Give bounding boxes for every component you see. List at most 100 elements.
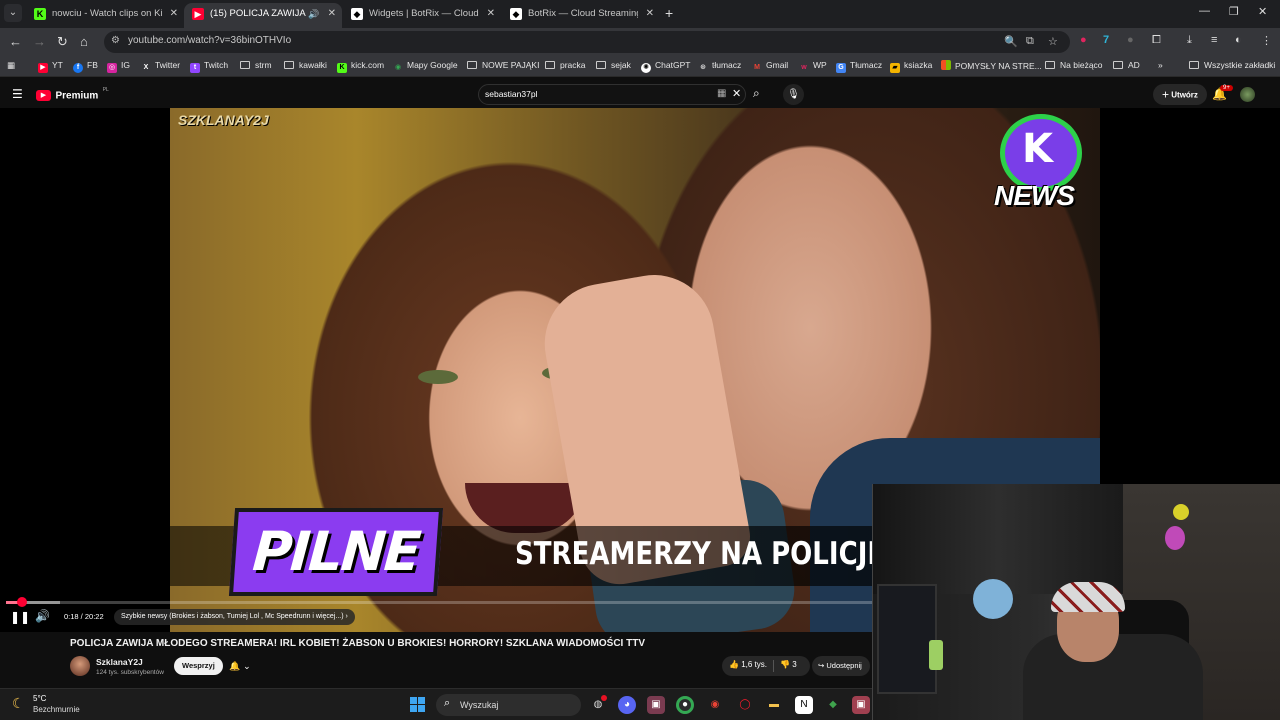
bookmark-ig[interactable]: ◎ IG xyxy=(107,60,130,73)
chapter-button[interactable]: Szybkie newsy (Brokies i żabson, Turniej… xyxy=(114,609,355,625)
tab-search-icon[interactable]: ⌄ xyxy=(4,4,22,22)
bookmark-wp[interactable]: w WP xyxy=(799,60,826,73)
tab-kick[interactable]: Knowciu - Watch clips on Kick ✕ xyxy=(26,3,184,28)
forward-icon[interactable]: → xyxy=(33,34,46,50)
kick-icon: K xyxy=(34,8,46,20)
chrome-beta-icon[interactable]: ◉ xyxy=(706,696,724,714)
home-icon[interactable]: ⌂ xyxy=(80,34,88,50)
scrubber-handle[interactable] xyxy=(17,597,28,607)
close-icon[interactable]: ✕ xyxy=(328,3,336,25)
bookmark-folder-pracka[interactable]: pracka xyxy=(545,60,586,70)
address-bar[interactable]: ⚙ youtube.com/watch?v=36binOTHVIo 🔍 ⧉ ☆ xyxy=(104,31,1070,53)
weather-temperature[interactable]: 5°C xyxy=(33,694,46,703)
moon-icon[interactable]: ☾ xyxy=(12,695,25,712)
bookmark-chatgpt[interactable]: ✺ ChatGPT xyxy=(641,60,690,73)
reading-list-icon[interactable]: ≡ xyxy=(1211,34,1217,46)
download-icon[interactable]: ⤓ xyxy=(1187,34,1192,47)
pause-icon[interactable]: ❚❚ xyxy=(10,610,30,624)
all-bookmarks-label: Wszystkie zakładki xyxy=(1204,60,1276,70)
new-tab-icon[interactable]: + xyxy=(665,5,673,21)
bookmark-gmail[interactable]: M Gmail xyxy=(752,60,788,73)
like-dislike-group: 👍 1,6 tys. 👎 3 xyxy=(722,656,810,676)
bookmark-kick[interactable]: Kkick.com xyxy=(337,60,384,73)
channel-avatar[interactable] xyxy=(70,656,90,676)
speaker-icon[interactable]: 🔊 xyxy=(308,3,319,25)
notion-icon[interactable]: N xyxy=(795,696,813,714)
window-close-icon[interactable]: ✕ xyxy=(1258,5,1267,18)
bookmark-folder-kawalki[interactable]: kawałki xyxy=(284,60,327,70)
channel-name[interactable]: SzklanaY2J xyxy=(96,657,143,667)
volume-icon[interactable]: 🔊 xyxy=(35,609,50,623)
translate-icon: G xyxy=(836,63,846,73)
tab-botrix[interactable]: ◆ BotRix — Cloud Streaming Bot ✕ xyxy=(502,3,660,28)
bookmark-label: Mapy Google xyxy=(407,60,458,70)
bookmark-pomysly[interactable]: POMYSŁY NA STRE... xyxy=(941,60,1042,71)
like-button[interactable]: 👍 1,6 tys. xyxy=(729,660,767,669)
reload-icon[interactable]: ↻ xyxy=(57,34,68,50)
bookmark-folder-na-biezaco[interactable]: Na bieżąco xyxy=(1045,60,1103,70)
weather-description[interactable]: Bezchmurnie xyxy=(33,705,80,714)
more-bookmarks-icon[interactable]: » xyxy=(1158,60,1163,70)
app-icon[interactable]: ▣ xyxy=(852,696,870,714)
bookmark-folder-strm[interactable]: strm xyxy=(240,60,272,70)
bookmark-label: kick.com xyxy=(351,60,385,70)
dislike-button[interactable]: 👎 3 xyxy=(780,660,797,669)
site-info-icon[interactable]: ⚙ xyxy=(111,35,120,46)
bookmark-twitter[interactable]: X Twitter xyxy=(141,60,180,73)
search-input[interactable]: sebastian37pl ▦ ✕ xyxy=(478,84,746,105)
menu-dots-icon[interactable]: ⋮ xyxy=(1261,34,1272,47)
hamburger-menu-icon[interactable]: ☰ xyxy=(12,87,23,101)
bookmark-folder-nowe-pajaki[interactable]: NOWE PAJĄKI xyxy=(467,60,539,70)
cast-icon[interactable]: ⧉ xyxy=(1026,35,1034,48)
opera-icon[interactable]: ◯ xyxy=(736,696,754,714)
bookmark-fb[interactable]: f FB xyxy=(73,60,98,73)
restore-icon[interactable]: ❐ xyxy=(1229,5,1239,18)
minimize-icon[interactable]: — xyxy=(1199,5,1210,17)
tab-youtube[interactable]: ▶ (15) POLICJA ZAWIJA MŁOD 🔊 ✕ xyxy=(184,3,342,28)
extensions-puzzle-icon[interactable]: ⧠ xyxy=(1152,34,1161,47)
webcam-overlay xyxy=(872,484,1280,720)
bookmark-yt[interactable]: ▶ YT xyxy=(38,60,63,73)
star-icon[interactable]: ☆ xyxy=(1048,35,1058,48)
bookmark-ksiazka[interactable]: ▰ ksiazka xyxy=(890,60,932,73)
keyboard-icon[interactable]: ▦ xyxy=(717,88,726,99)
support-button[interactable]: Wesprzyj xyxy=(174,657,223,675)
app-icon[interactable]: ◆ xyxy=(824,696,842,714)
bookmark-tlumacz[interactable]: ⊛ tłumacz xyxy=(698,60,741,73)
tab-title: BotRix — Cloud Streaming Bot xyxy=(528,8,638,19)
windows-start-button[interactable] xyxy=(410,697,426,713)
clear-search-icon[interactable]: ✕ xyxy=(732,87,741,100)
record-extension-icon[interactable]: ● xyxy=(1080,34,1087,46)
discord-icon[interactable]: ◕ xyxy=(618,696,636,714)
app-icon[interactable]: ▣ xyxy=(647,696,665,714)
bookmark-twitch[interactable]: t Twitch xyxy=(190,60,228,73)
back-icon[interactable]: ← xyxy=(9,34,22,50)
chrome-icon[interactable]: ● xyxy=(676,696,694,714)
k-news-logo: K NEWS xyxy=(992,114,1088,224)
extension-icon[interactable]: ● xyxy=(1127,34,1134,46)
bookmark-folder-sejak[interactable]: sejak xyxy=(596,60,631,70)
all-bookmarks[interactable]: Wszystkie zakładki xyxy=(1189,60,1275,70)
close-icon[interactable]: ✕ xyxy=(646,3,654,25)
taskbar-search[interactable]: ⌕ Wyszukaj xyxy=(436,694,581,716)
bookmark-maps[interactable]: ◉ Mapy Google xyxy=(393,60,458,73)
file-explorer-icon[interactable]: ▬ xyxy=(765,696,783,714)
profile-icon[interactable]: ◐ xyxy=(1235,34,1242,46)
extension-icon[interactable]: 7 xyxy=(1103,34,1109,46)
share-button[interactable]: ↪ Udostępnij xyxy=(812,656,870,676)
apps-icon[interactable]: ▦ xyxy=(7,60,15,71)
bookmark-tlumacz-2[interactable]: G Tłumacz xyxy=(836,60,882,73)
tab-botrix-widgets[interactable]: ◆ Widgets | BotRix — Cloud Strea ✕ xyxy=(343,3,501,28)
subscription-bell-button[interactable]: 🔔 ⌄ xyxy=(222,657,258,675)
bookmark-label: pracka xyxy=(560,60,586,70)
create-button[interactable]: + Utwórz xyxy=(1153,84,1207,105)
microphone-icon[interactable]: 🎙 xyxy=(783,84,804,105)
zoom-icon[interactable]: 🔍 xyxy=(1004,35,1018,48)
close-icon[interactable]: ✕ xyxy=(487,3,495,25)
youtube-logo[interactable]: ▶ Premium PL xyxy=(36,87,109,105)
chevron-down-icon: ⌄ xyxy=(243,661,251,671)
search-icon[interactable]: ⌕ xyxy=(753,86,760,101)
close-icon[interactable]: ✕ xyxy=(170,3,178,25)
bookmark-folder-ad[interactable]: AD xyxy=(1113,60,1140,70)
account-avatar[interactable] xyxy=(1240,87,1255,102)
